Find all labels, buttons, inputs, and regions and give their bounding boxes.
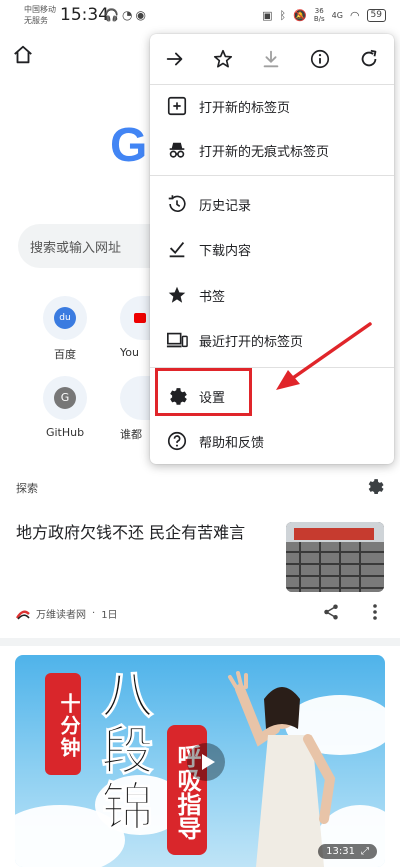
carrier-line1: 中国移动 xyxy=(24,5,56,14)
nfc-icon: ▣ xyxy=(262,8,273,22)
feed-section-label: 探索 xyxy=(16,482,38,495)
menu-item-label: 下载内容 xyxy=(199,243,252,259)
more-vert-icon[interactable] xyxy=(370,603,380,621)
downloads-icon xyxy=(169,242,185,258)
shortcut-favicon xyxy=(120,376,150,420)
eye-icon: ◉ xyxy=(135,8,149,22)
youtube-favicon xyxy=(120,296,150,340)
battery-indicator: 59 xyxy=(366,8,386,22)
status-clock: 15:34 xyxy=(60,5,109,25)
github-favicon: G xyxy=(43,376,87,420)
shortcut-tile-youtube[interactable]: You xyxy=(120,296,150,359)
shortcut-tile-4[interactable]: 谁都 xyxy=(120,376,150,442)
source-logo-icon xyxy=(16,610,30,620)
baidu-paw-icon: du xyxy=(54,307,76,329)
status-bar: 中国移动 无服务 15:34 🎧◔◉ ▣ ᛒ 🔕 36 B/s 4G ◠ 59 xyxy=(0,0,400,32)
video-duration-badge: 13:31 ⤢ xyxy=(318,844,377,859)
download-icon[interactable] xyxy=(260,48,282,70)
shortcut-tile-baidu[interactable]: du 百度 xyxy=(30,296,100,362)
menu-toolbar xyxy=(150,34,394,84)
bluetooth-icon: ᛒ xyxy=(279,8,287,22)
construction-image xyxy=(286,522,384,592)
menu-item-help-feedback[interactable]: 帮助和反馈 xyxy=(150,419,394,463)
menu-item-label: 书签 xyxy=(199,289,226,305)
menu-item-label: 历史记录 xyxy=(199,198,252,214)
new-tab-icon xyxy=(167,96,187,116)
baidu-favicon: du xyxy=(43,296,87,340)
shortcut-tile-github[interactable]: G GitHub xyxy=(30,376,100,439)
speedometer-icon: ◔ xyxy=(121,8,136,22)
star-icon[interactable] xyxy=(212,48,234,70)
refresh-icon[interactable] xyxy=(358,48,380,70)
video-tag-duration: 十分钟 xyxy=(45,673,81,775)
settings-highlight-box xyxy=(155,368,252,416)
forward-icon[interactable] xyxy=(164,48,186,70)
signal-label: 4G xyxy=(331,10,343,20)
menu-item-bookmarks[interactable]: 书签 xyxy=(150,273,394,317)
menu-item-new-incognito-tab[interactable]: 打开新的无痕式标签页 xyxy=(150,128,394,172)
home-icon[interactable] xyxy=(12,44,34,66)
article-headline[interactable]: 地方政府欠钱不还 民企有苦难言 xyxy=(16,522,274,544)
menu-item-history[interactable]: 历史记录 xyxy=(150,182,394,226)
help-icon xyxy=(167,431,187,451)
annotation-arrow-icon xyxy=(276,322,372,390)
meta-separator: · xyxy=(92,608,96,619)
instructor-figure xyxy=(228,671,336,867)
github-letter-icon: G xyxy=(54,387,76,409)
play-icon[interactable] xyxy=(187,743,225,781)
external-link-icon: ⤢ xyxy=(361,846,369,857)
article-thumbnail[interactable] xyxy=(286,522,384,592)
article-source: 万维读者网 xyxy=(36,610,86,621)
wifi-icon: ◠ xyxy=(349,8,360,22)
feed-divider xyxy=(0,638,400,646)
carrier-info: 中国移动 无服务 xyxy=(24,4,56,26)
info-icon[interactable] xyxy=(309,48,331,70)
headset-icon: 🎧 xyxy=(104,8,122,22)
menu-item-new-tab[interactable]: 打开新的标签页 xyxy=(150,84,394,128)
system-icons: ▣ ᛒ 🔕 36 B/s 4G ◠ 59 xyxy=(262,7,386,23)
mute-icon: 🔕 xyxy=(293,8,307,22)
share-icon[interactable] xyxy=(322,603,340,621)
shortcut-label: 百度 xyxy=(54,348,76,361)
menu-item-label: 打开新的标签页 xyxy=(199,100,291,116)
menu-item-label: 帮助和反馈 xyxy=(199,435,265,451)
article-time: 1日 xyxy=(101,610,118,621)
google-logo: G xyxy=(110,119,148,172)
incognito-icon xyxy=(169,142,185,158)
video-card[interactable]: 十分钟 八段锦 呼吸指导 13:31 ⤢ xyxy=(15,655,385,867)
video-duration: 13:31 xyxy=(326,846,355,857)
notification-icons: 🎧◔◉ xyxy=(104,8,149,22)
carrier-line2: 无服务 xyxy=(24,16,48,25)
menu-item-downloads[interactable]: 下载内容 xyxy=(150,227,394,271)
net-speed-value: 36 xyxy=(314,7,324,15)
net-speed-unit: B/s xyxy=(313,15,325,23)
recent-tabs-icon xyxy=(166,332,188,348)
article-meta: 万维读者网 · 1日 xyxy=(16,606,118,621)
network-speed: 36 B/s xyxy=(314,7,325,23)
menu-divider xyxy=(150,175,394,176)
shortcut-label: You xyxy=(120,346,139,359)
history-icon xyxy=(168,195,186,212)
shortcut-label: GitHub xyxy=(45,426,85,439)
shortcut-label: 谁都 xyxy=(120,428,142,441)
feed-settings-gear-icon[interactable] xyxy=(365,476,385,496)
video-title-text: 八段锦 xyxy=(92,667,153,836)
youtube-icon xyxy=(134,313,146,323)
menu-item-label: 打开新的无痕式标签页 xyxy=(199,144,330,160)
bookmark-star-icon xyxy=(168,286,186,303)
